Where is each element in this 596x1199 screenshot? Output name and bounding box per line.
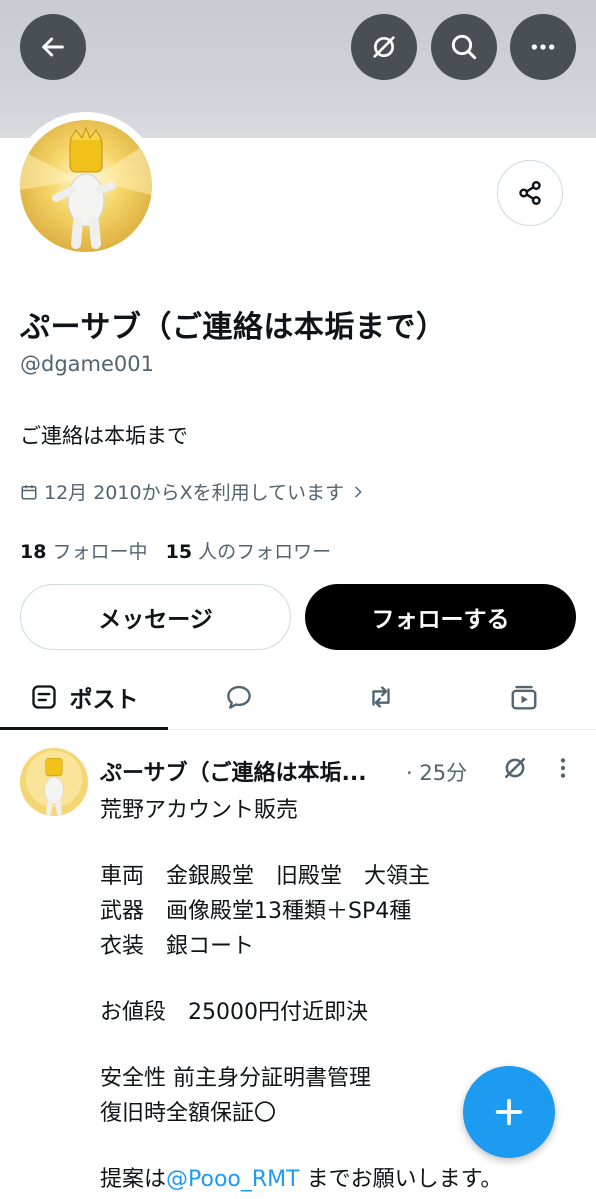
joined-label: 12月 2010からXを利用しています [44,482,345,504]
posts-icon [31,685,56,709]
calendar-icon [21,484,37,499]
joined-date[interactable]: 12月 2010からXを利用しています [20,478,366,505]
post-line: 衣装 銀コート [100,934,255,959]
post-avatar[interactable] [20,748,88,816]
post-author[interactable]: ぷーサブ（ご連絡は本垢... [100,755,367,787]
post-line [100,828,580,859]
tab-posts-label: ポスト [69,687,139,713]
share-button[interactable] [497,160,563,226]
reposts-icon [372,686,390,708]
mention-link[interactable]: @Pooo_RMT [166,1167,300,1192]
following-count: 18 [20,541,47,563]
media-icon [511,685,537,710]
grok-icon [373,36,395,58]
followers-count: 15 [165,541,193,563]
chevron-right-icon [355,486,362,497]
message-button[interactable]: メッセージ [20,584,291,650]
post-line: 車両 金銀殿堂 旧殿堂 大領主 [100,864,431,889]
tab-posts[interactable]: ポスト [0,664,168,730]
profile-tabs: ポスト [0,664,596,730]
active-tab-indicator [0,727,168,730]
post-line-prefix: 提案は [100,1167,167,1192]
grok-icon[interactable] [500,753,530,783]
plus-icon [495,1098,523,1126]
search-icon [451,34,477,60]
grok-button[interactable] [351,14,417,80]
search-button[interactable] [431,14,497,80]
more-vertical-icon[interactable] [553,755,573,781]
post-time[interactable]: · 25分 [406,757,467,787]
tab-replies[interactable] [168,664,310,730]
post-line-suffix: までお願いします。 [299,1167,503,1192]
post-line: お値段 25000円付近即決 [100,1000,368,1025]
post-line: 提案は@Pooo_RMT までお願いします。 [100,1162,580,1197]
following-link[interactable]: 18 フォロー中 [20,541,148,563]
post-line [100,1030,580,1061]
followers-link[interactable]: 15 人のフォロワー [166,541,332,563]
avatar[interactable] [20,120,152,252]
following-label: フォロー中 [52,541,148,563]
more-horizontal-icon [531,44,555,50]
compose-button[interactable] [463,1066,555,1158]
share-icon [519,181,541,205]
bio: ご連絡は本垢まで [20,424,188,448]
tab-media[interactable] [452,664,596,730]
followers-label: 人のフォロワー [198,541,332,563]
tab-reposts[interactable] [310,664,452,730]
follow-stats: 18 フォロー中 15 人のフォロワー [20,537,331,564]
post-line: 武器 画像殿堂13種類＋SP4種 [100,899,412,924]
back-button[interactable] [20,14,86,80]
display-name: ぷーサブ（ご連絡は本垢まで） [20,310,447,345]
more-button[interactable] [510,14,576,80]
user-handle: @dgame001 [20,352,154,376]
follow-button[interactable]: フォローする [305,584,576,650]
post-line [100,964,580,995]
arrow-left-icon [42,37,64,57]
post-line: 荒野アカウント販売 [100,798,299,823]
replies-icon [227,685,251,709]
